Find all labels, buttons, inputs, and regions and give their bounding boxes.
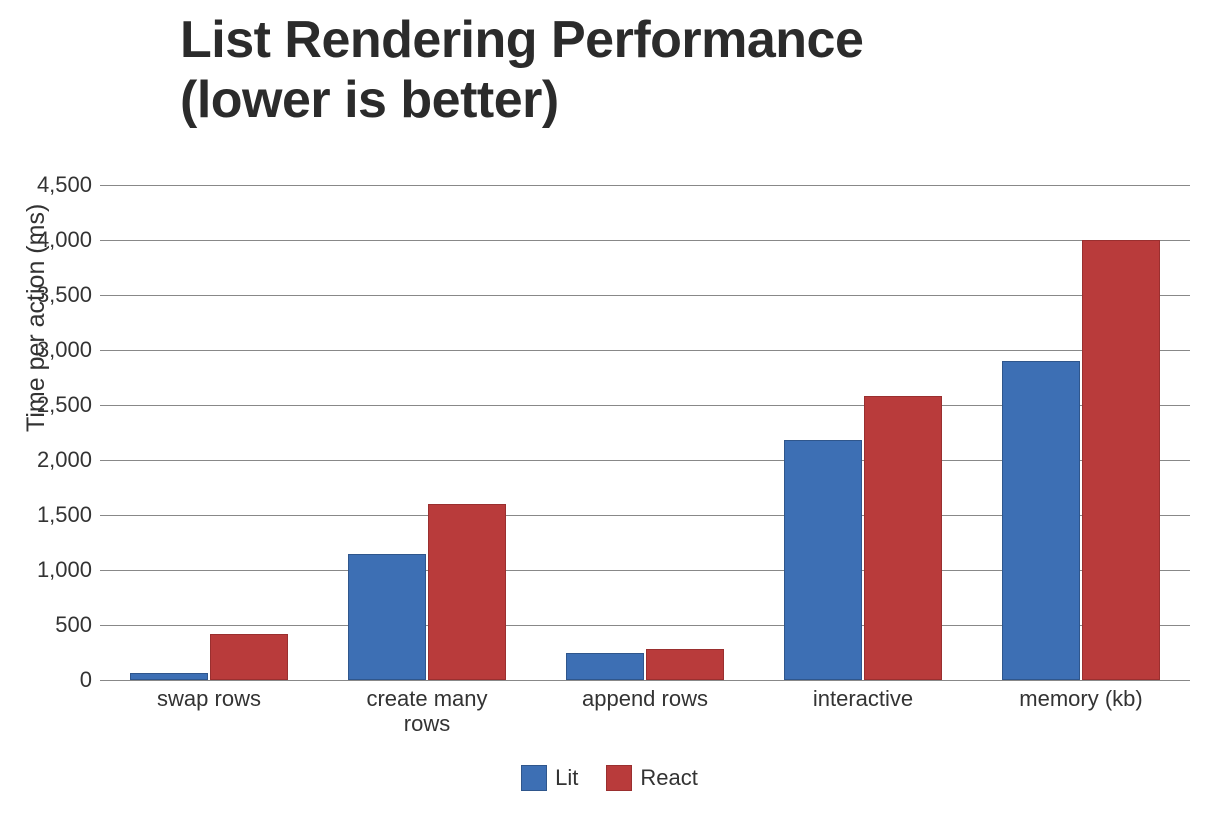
y-tick-label: 2,500 [37,392,100,418]
y-tick-label: 1,000 [37,557,100,583]
x-tick-label: create manyrows [318,680,536,737]
y-tick-label: 2,000 [37,447,100,473]
chart-title-line1: List Rendering Performance [180,11,863,69]
category-group: memory (kb) [972,185,1190,680]
chart-container: List Rendering Performance (lower is bet… [0,0,1219,820]
category-group: interactive [754,185,972,680]
x-tick-label: swap rows [100,680,318,711]
bar-react [210,634,288,680]
bar-react [1082,240,1160,680]
y-tick-label: 4,000 [37,227,100,253]
bar-lit [1002,361,1080,680]
y-tick-label: 3,500 [37,282,100,308]
y-tick-label: 1,500 [37,502,100,528]
x-tick-label: memory (kb) [972,680,1190,711]
legend-swatch-lit [521,765,547,791]
legend-label-react: React [640,765,697,791]
bar-lit [784,440,862,680]
chart-title: List Rendering Performance (lower is bet… [180,10,863,130]
legend: Lit React [0,765,1219,791]
category-group: create manyrows [318,185,536,680]
bar-lit [130,673,208,680]
y-tick-label: 3,000 [37,337,100,363]
legend-label-lit: Lit [555,765,578,791]
chart-title-line2: (lower is better) [180,70,863,130]
bar-react [646,649,724,680]
category-group: append rows [536,185,754,680]
y-tick-label: 0 [80,667,100,693]
bar-react [864,396,942,680]
legend-swatch-react [606,765,632,791]
x-tick-label: interactive [754,680,972,711]
bar-lit [566,653,644,681]
legend-item-react: React [606,765,697,791]
bar-lit [348,554,426,681]
category-group: swap rows [100,185,318,680]
x-tick-label: append rows [536,680,754,711]
y-tick-label: 500 [55,612,100,638]
bar-react [428,504,506,680]
legend-item-lit: Lit [521,765,578,791]
plot-area: 05001,0001,5002,0002,5003,0003,5004,0004… [100,185,1190,680]
y-tick-label: 4,500 [37,172,100,198]
